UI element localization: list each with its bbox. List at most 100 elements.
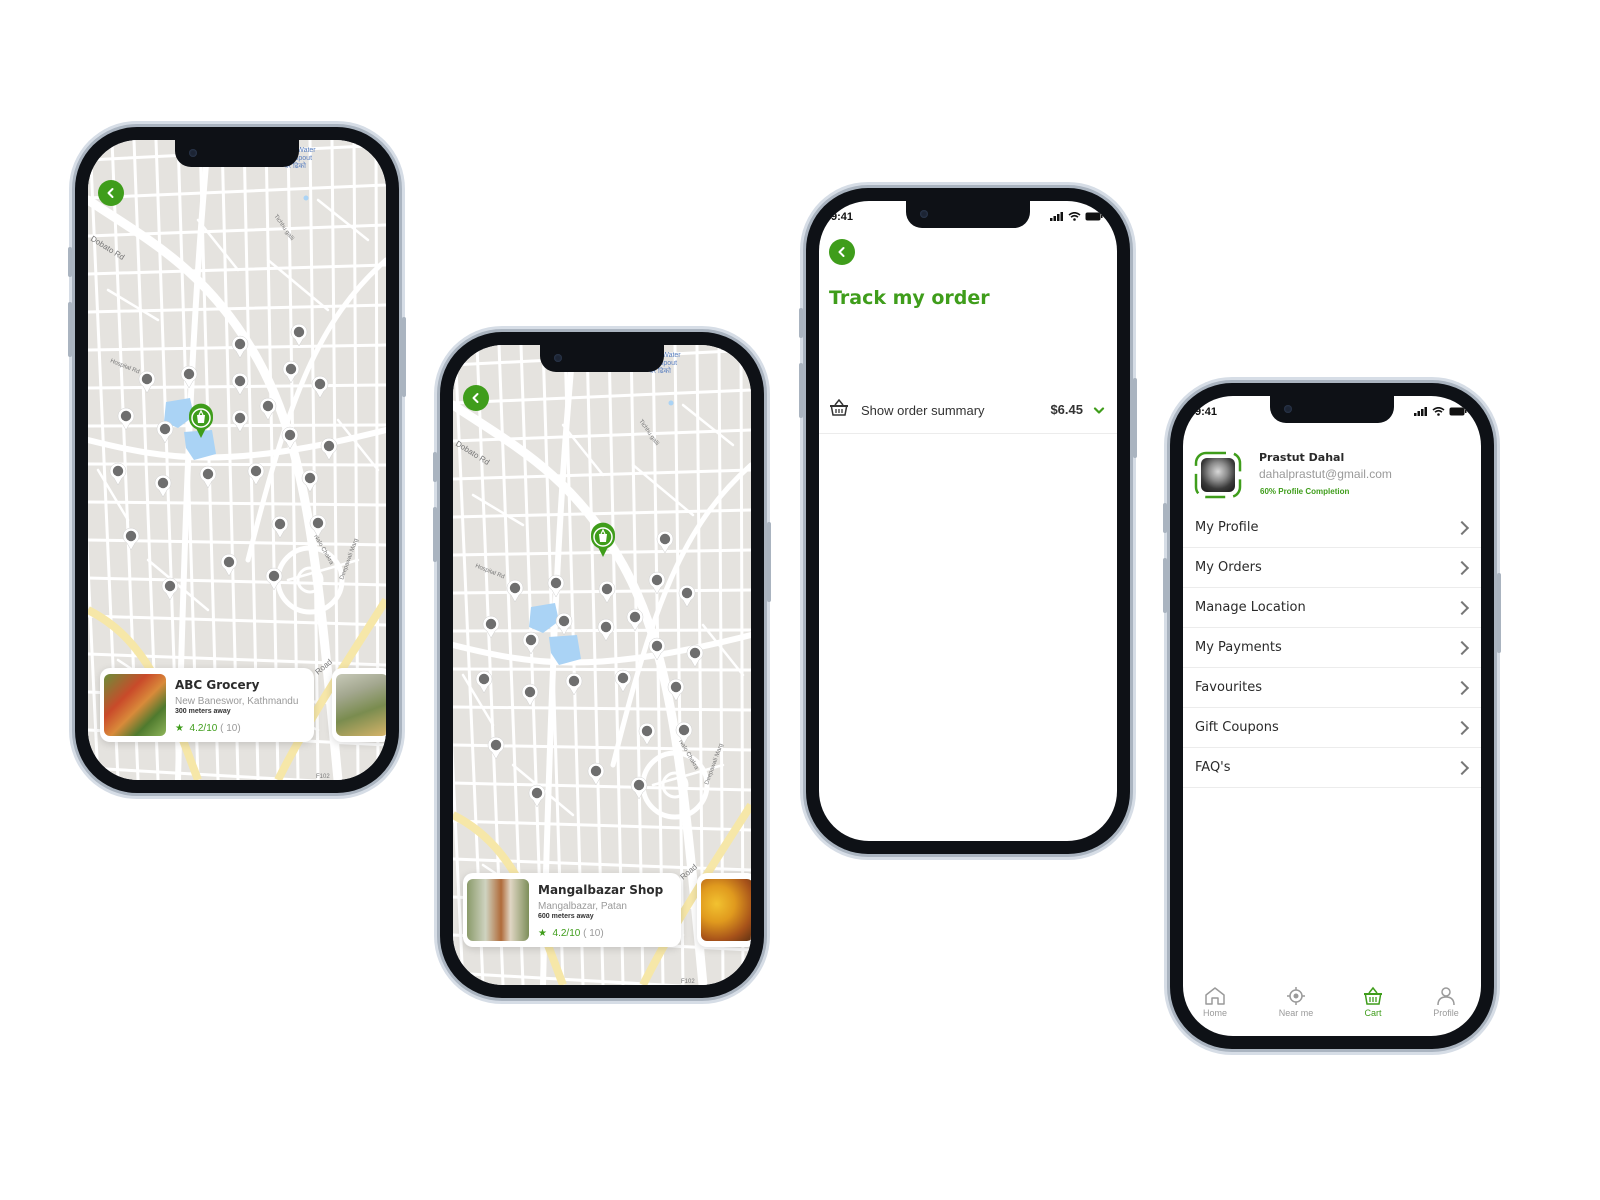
star-icon: ★ xyxy=(175,723,184,734)
shop-card-next[interactable] xyxy=(697,873,751,947)
menu-item-my-orders[interactable]: My Orders xyxy=(1183,548,1481,588)
phone-profile: 9:41 Prastut Dahal dahalprastut@gmail.co… xyxy=(1163,383,1501,1049)
menu-item-gift-coupons[interactable]: Gift Coupons xyxy=(1183,708,1481,748)
front-camera xyxy=(920,210,928,218)
status-icons xyxy=(1050,212,1103,221)
back-button[interactable] xyxy=(829,239,855,265)
rating-value: 4.2/10 xyxy=(189,723,218,734)
tab-bar: Home Near me Cart Profile xyxy=(1183,966,1481,1036)
shop-image xyxy=(104,674,166,736)
basket-icon xyxy=(830,399,848,416)
shop-image xyxy=(336,674,386,736)
status-time: 9:41 xyxy=(831,211,854,223)
rating-count: ( 10) xyxy=(583,928,604,939)
menu-item-label: My Profile xyxy=(1195,520,1259,535)
back-button[interactable] xyxy=(463,385,489,411)
shop-image xyxy=(467,879,529,941)
menu-item-label: Favourites xyxy=(1195,680,1262,695)
order-summary-price: $6.45 xyxy=(1050,402,1083,417)
shop-address: Mangalbazar, Patan xyxy=(538,901,627,912)
notch xyxy=(906,201,1030,228)
menu-item-label: Gift Coupons xyxy=(1195,720,1279,735)
chevron-left-icon xyxy=(107,188,114,198)
rating-count: ( 10) xyxy=(220,723,241,734)
battery-icon xyxy=(1085,212,1103,221)
shop-card[interactable]: ABC Grocery New Baneswor, Kathmandu 300 … xyxy=(100,668,314,742)
map-label-f102: F102 xyxy=(316,774,330,780)
chevron-right-icon xyxy=(1454,760,1470,775)
chevron-left-icon xyxy=(838,247,845,257)
menu-item-label: FAQ's xyxy=(1195,760,1231,775)
basket-icon xyxy=(1364,986,1382,1005)
page-title: Track my order xyxy=(829,287,990,309)
shop-name: Mangalbazar Shop xyxy=(538,883,664,897)
star-icon: ★ xyxy=(538,928,547,939)
front-camera xyxy=(1284,405,1292,413)
wifi-icon xyxy=(1432,407,1445,416)
chevron-right-icon xyxy=(1454,720,1470,735)
menu-item-my-payments[interactable]: My Payments xyxy=(1183,628,1481,668)
shop-card-next[interactable] xyxy=(332,668,386,742)
chevron-right-icon xyxy=(1454,680,1470,695)
home-icon xyxy=(1205,987,1225,1005)
back-button[interactable] xyxy=(98,180,124,206)
menu-item-label: Manage Location xyxy=(1195,600,1306,615)
avatar[interactable] xyxy=(1194,451,1242,499)
location-icon xyxy=(1287,987,1305,1005)
wifi-icon xyxy=(1068,212,1081,221)
chevron-left-icon xyxy=(472,393,479,403)
shop-distance: 600 meters away xyxy=(538,913,594,920)
tab-home[interactable]: Home xyxy=(1185,986,1245,1018)
menu-item-favourites[interactable]: Favourites xyxy=(1183,668,1481,708)
front-camera xyxy=(554,354,562,362)
shop-rating: ★ 4.2/10 ( 10) xyxy=(175,723,241,734)
user-icon xyxy=(1437,987,1455,1006)
screen: Dobato Rd Hospital Rd Tichhu galli Nalo Cha… xyxy=(453,345,751,985)
tab-profile[interactable]: Profile xyxy=(1416,986,1476,1018)
tab-label: Near me xyxy=(1278,1008,1314,1018)
tab-cart[interactable]: Cart xyxy=(1343,986,1403,1018)
status-icons xyxy=(1414,407,1467,416)
front-camera xyxy=(189,149,197,157)
tab-label: Cart xyxy=(1364,1008,1382,1018)
chevron-right-icon xyxy=(1454,640,1470,655)
phone-track-order: 9:41 Track my order Show order summary $… xyxy=(799,188,1137,854)
signal-icon xyxy=(1050,212,1063,221)
menu-item-manage-location[interactable]: Manage Location xyxy=(1183,588,1481,628)
menu-item-label: My Payments xyxy=(1195,640,1282,655)
phone-map-abc: Dobato Rd Hospital Rd Tichhu galli Nalo Cha… xyxy=(68,127,406,793)
battery-icon xyxy=(1449,407,1467,416)
chevron-down-icon[interactable] xyxy=(1093,407,1105,415)
map-label-f102: F102 xyxy=(681,979,695,985)
shop-name: ABC Grocery xyxy=(175,678,260,692)
user-email: dahalprastut@gmail.com xyxy=(1259,467,1392,481)
shop-address: New Baneswor, Kathmandu xyxy=(175,696,299,707)
phone-map-mangalbazar: Dobato Rd Hospital Rd Tichhu galli Nalo Cha… xyxy=(433,332,771,998)
notch xyxy=(175,140,299,167)
screen: 9:41 Prastut Dahal dahalprastut@gmail.co… xyxy=(1183,396,1481,1036)
notch xyxy=(540,345,664,372)
menu-item-my-profile[interactable]: My Profile xyxy=(1183,508,1481,548)
screen: 9:41 Track my order Show order summary $… xyxy=(819,201,1117,841)
profile-completion: 60% Profile Completion xyxy=(1260,487,1350,496)
signal-icon xyxy=(1414,407,1427,416)
tab-label: Profile xyxy=(1433,1008,1459,1018)
notch xyxy=(1270,396,1394,423)
status-time: 9:41 xyxy=(1195,406,1218,418)
avatar-photo xyxy=(1201,458,1235,492)
shop-distance: 300 meters away xyxy=(175,708,231,715)
screen: Dobato Rd Hospital Rd Tichhu galli Nalo Cha… xyxy=(88,140,386,780)
order-summary-row[interactable]: Show order summary $6.45 xyxy=(819,391,1117,434)
user-name: Prastut Dahal xyxy=(1259,451,1345,464)
chevron-right-icon xyxy=(1454,560,1470,575)
order-summary-label: Show order summary xyxy=(861,403,985,418)
menu-item-faq-s[interactable]: FAQ's xyxy=(1183,748,1481,788)
tab-near-me[interactable]: Near me xyxy=(1266,986,1326,1018)
shop-image xyxy=(701,879,751,941)
tab-label: Home xyxy=(1202,1008,1227,1018)
chevron-right-icon xyxy=(1454,520,1470,535)
shop-rating: ★ 4.2/10 ( 10) xyxy=(538,928,604,939)
shop-card[interactable]: Mangalbazar Shop Mangalbazar, Patan 600 … xyxy=(463,873,681,947)
chevron-right-icon xyxy=(1454,600,1470,615)
menu-item-label: My Orders xyxy=(1195,560,1262,575)
